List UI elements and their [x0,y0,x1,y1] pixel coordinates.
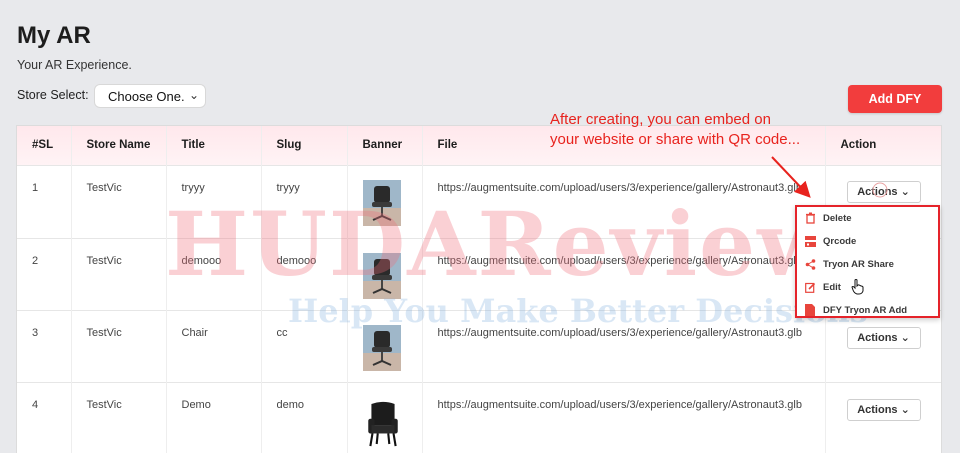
annotation-callout: After creating, you can embed on your we… [550,110,810,150]
share-icon [803,258,817,270]
cell-action: Actions ⌄ [825,381,941,453]
cell-banner [347,164,423,238]
cell-store-name: TestVic [71,237,167,310]
menu-item-dfy-tryon-ar-add[interactable]: DFY Tryon AR Add [803,300,933,320]
office-chair-thumbnail [362,179,401,226]
actions-button[interactable]: Actions ⌄ [846,398,921,421]
trash-icon [803,212,817,224]
hand-cursor-icon [851,279,864,295]
annotation-line-1: After creating, you can embed on [550,111,771,128]
actions-button-label: Actions [857,403,898,416]
menu-item-label: Delete [823,212,852,224]
cell-slug: cc [261,309,348,382]
column-header-sl: #SL [17,126,72,165]
office-chair-thumbnail [362,324,401,371]
table-row: 4 TestVic Demo demo https://augmentsuite… [17,381,941,453]
office-chair-thumbnail [362,252,401,299]
cell-store-name: TestVic [71,381,167,453]
cell-banner [347,237,423,310]
page-subtitle: Your AR Experience. [17,58,132,72]
cell-slug: tryyy [261,164,348,238]
actions-button-label: Actions [857,331,898,344]
menu-item-label: Edit [823,281,841,293]
table-row: 3 TestVic Chair cc https://augmentsuite.… [17,309,941,382]
cell-action: Actions ⌄ [825,309,941,382]
menu-item-tryon-ar-share[interactable]: Tryon AR Share [803,254,933,274]
cell-slug: demooo [261,237,348,310]
store-select-value: Choose One. [108,89,185,104]
cell-file: https://augmentsuite.com/upload/users/3/… [422,381,826,453]
cell-sl: 4 [17,381,72,453]
cell-sl: 2 [17,237,72,310]
menu-item-label: Qrcode [823,235,857,247]
column-header-action: Action [840,139,877,152]
column-header-store-name: Store Name [71,126,167,165]
cell-sl: 1 [17,164,72,238]
file-icon [803,304,817,316]
column-header-banner: Banner [347,126,423,165]
page-title: My AR [17,22,91,49]
actions-dropdown-menu: Delete Qrcode Tryon AR Share Edit DFY Tr… [795,205,940,318]
cell-file: https://augmentsuite.com/upload/users/3/… [422,237,826,310]
cell-file: https://augmentsuite.com/upload/users/3/… [422,164,826,238]
cell-store-name: TestVic [71,164,167,238]
menu-item-edit[interactable]: Edit [803,277,933,297]
cell-sl: 3 [17,309,72,382]
column-header-slug: Slug [261,126,348,165]
annotation-line-2: your website or share with QR code... [550,131,801,148]
store-select-dropdown[interactable]: Choose One. ⌄ [94,84,206,108]
actions-button[interactable]: Actions ⌄ [846,180,921,203]
edit-icon [803,282,817,293]
menu-item-label: Tryon AR Share [823,258,894,270]
actions-button[interactable]: Actions ⌄ [846,326,921,349]
menu-item-delete[interactable]: Delete [803,208,933,228]
cell-title: Chair [166,309,262,382]
store-select-label: Store Select: [17,88,89,102]
chevron-down-icon: ⌄ [188,88,199,102]
actions-button-label: Actions [857,185,898,198]
cell-banner [347,309,423,382]
menu-item-label: DFY Tryon AR Add [823,304,908,316]
cell-title: demooo [166,237,262,310]
menu-item-qrcode[interactable]: Qrcode [803,231,933,251]
armchair-thumbnail [362,399,403,448]
column-header-title: Title [166,126,262,165]
cell-slug: demo [261,381,348,453]
cell-store-name: TestVic [71,309,167,382]
add-dfy-button[interactable]: Add DFY [848,85,942,113]
cell-title: tryyy [166,164,262,238]
qrcode-icon [803,235,817,247]
cell-banner [347,381,423,453]
cell-file: https://augmentsuite.com/upload/users/3/… [422,309,826,382]
cell-title: Demo [166,381,262,453]
